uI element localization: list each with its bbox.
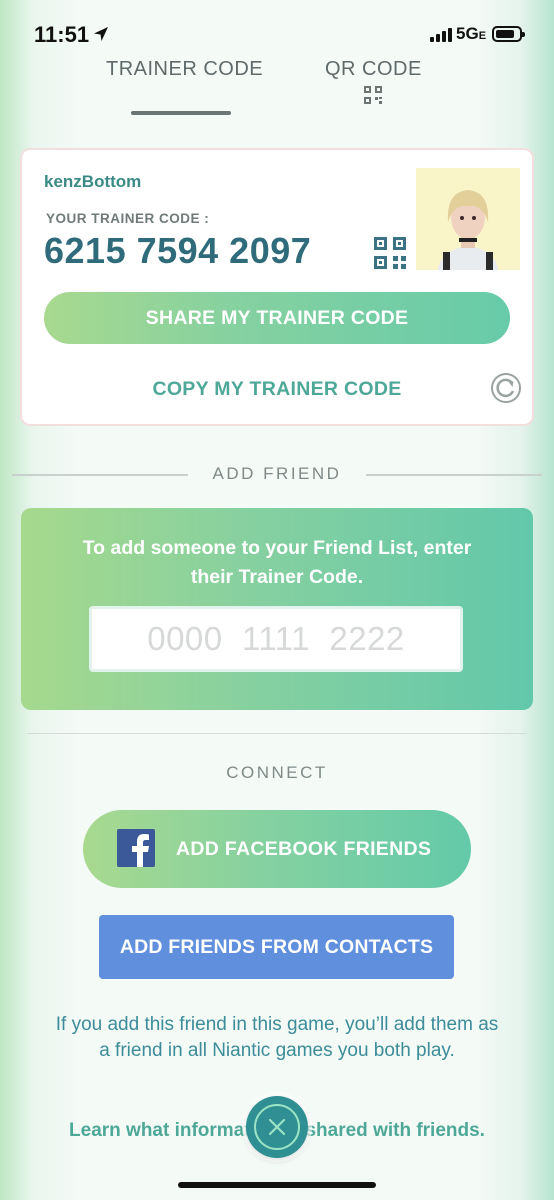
status-bar: 11:51 5GE <box>0 0 554 70</box>
qr-code-icon <box>364 86 382 104</box>
add-friend-instructions: To add someone to your Friend List, ente… <box>82 537 472 588</box>
tab-qr-code[interactable]: QR CODE <box>325 58 422 81</box>
facebook-icon <box>117 829 155 867</box>
cellular-signal-icon <box>430 28 452 42</box>
add-facebook-friends-button[interactable]: ADD FACEBOOK FRIENDS <box>83 810 471 888</box>
close-icon <box>254 1104 300 1150</box>
trainer-code-value: 6215 7594 2097 <box>44 230 312 271</box>
add-friends-from-contacts-button[interactable]: ADD FRIENDS FROM CONTACTS <box>99 915 454 979</box>
close-button[interactable] <box>246 1096 308 1158</box>
trainer-card: kenzBottom YOUR TRAINER CODE : 6215 7594… <box>20 148 534 426</box>
trainer-code-input[interactable] <box>89 606 463 672</box>
trainer-code-label: YOUR TRAINER CODE : <box>46 211 210 226</box>
add-friend-panel: To add someone to your Friend List, ente… <box>21 508 533 710</box>
copy-trainer-code-button[interactable]: COPY MY TRAINER CODE <box>44 374 510 404</box>
tab-trainer-code[interactable]: TRAINER CODE <box>106 58 263 81</box>
network-type: 5GE <box>456 24 487 43</box>
status-time: 11:51 <box>34 22 90 47</box>
facebook-button-label: ADD FACEBOOK FRIENDS <box>176 838 432 860</box>
avatar <box>416 168 520 270</box>
niantic-friends-info: If you add this friend in this game, you… <box>55 1014 499 1061</box>
trainer-username: kenzBottom <box>44 172 142 191</box>
battery-icon <box>492 26 525 42</box>
home-indicator[interactable] <box>178 1182 376 1188</box>
add-friend-heading: ADD FRIEND <box>212 464 342 483</box>
location-arrow-icon <box>94 27 108 41</box>
share-trainer-code-button[interactable]: SHARE MY TRAINER CODE <box>44 292 510 344</box>
refresh-icon[interactable] <box>490 372 522 404</box>
connect-heading: CONNECT <box>226 763 328 782</box>
qr-code-icon[interactable] <box>374 237 406 269</box>
connect-divider <box>27 733 527 734</box>
active-tab-indicator <box>131 111 231 115</box>
